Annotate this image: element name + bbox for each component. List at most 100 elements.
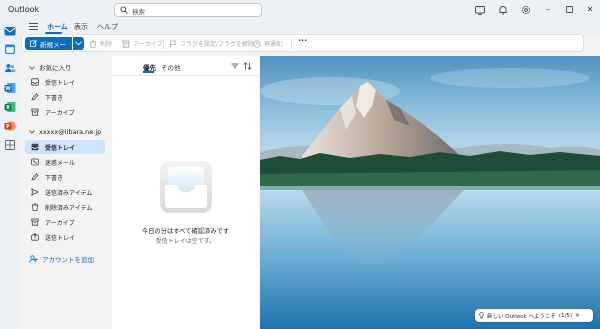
close-icon[interactable]: ✕ <box>575 313 580 319</box>
folder-archive[interactable]: アーカイブ <box>25 215 105 229</box>
clock-icon <box>253 39 261 48</box>
hamburger-menu-icon[interactable] <box>29 23 38 30</box>
folder-label: 受信トレイ <box>45 80 76 87</box>
draft-icon <box>31 173 39 181</box>
lightbulb-icon <box>479 312 484 319</box>
welcome-notification[interactable]: 新しい Outlook へようこそ (1/5) ✕ <box>475 309 593 322</box>
toolbar-divider <box>163 39 164 49</box>
inbox-icon <box>31 143 39 151</box>
favorite-drafts[interactable]: 下書き <box>25 90 105 104</box>
welcome-pager: (1/5) <box>558 312 573 319</box>
meet-now-icon[interactable] <box>474 4 486 16</box>
new-mail-dropdown-button[interactable] <box>73 37 84 50</box>
new-mail-button[interactable]: 新規メール <box>25 37 72 59</box>
more-options-button[interactable]: ··· <box>298 36 307 45</box>
reading-pane: 新しい Outlook へようこそ (1/5) ✕ <box>260 56 600 329</box>
trash-icon <box>31 203 39 211</box>
folder-inbox[interactable]: 受信トレイ <box>25 140 105 154</box>
search-icon <box>120 6 128 14</box>
folder-label: 削除済みアイテム <box>45 205 93 212</box>
folder-label: 迷惑メール <box>45 160 76 167</box>
people-app-icon[interactable] <box>4 62 16 74</box>
tab-other[interactable]: その他 <box>161 62 181 72</box>
folder-deleted[interactable]: 削除済みアイテム <box>25 200 105 214</box>
search-input[interactable]: 検索 <box>132 6 145 16</box>
archive-icon <box>122 40 130 48</box>
favorites-header-label: お気に入り <box>39 64 72 72</box>
account-header[interactable]: xxxxx@libara.ne.jp <box>29 128 101 136</box>
compose-icon <box>30 40 37 47</box>
folder-sent[interactable]: 送信済みアイテム <box>25 185 105 199</box>
folder-label: 送信トレイ <box>45 235 76 242</box>
app-title: Outlook <box>8 5 40 14</box>
ribbon-toolbar: 新規メール 削除 アーカイブ フラグを設定/フラグを解除 再通知 ··· <box>21 34 584 59</box>
focused-tab-indicator <box>143 71 154 73</box>
svg-text:X: X <box>6 105 10 111</box>
empty-inbox-illustration <box>160 161 212 213</box>
favorites-header[interactable]: お気に入り <box>29 62 72 72</box>
flag-label: フラグを設定/フラグを解除 <box>180 41 255 48</box>
folder-label: アーカイブ <box>45 110 75 117</box>
folder-label: アーカイブ <box>45 220 75 227</box>
folder-label: 受信トレイ <box>45 145 76 152</box>
welcome-text: 新しい Outlook へようこそ <box>487 313 556 320</box>
add-account-link[interactable]: アカウントを追加 <box>29 254 94 264</box>
maximize-button[interactable] <box>563 3 575 15</box>
outbox-icon <box>31 233 39 241</box>
search-box[interactable]: 検索 <box>114 3 262 17</box>
mail-app-icon[interactable] <box>4 25 16 37</box>
delete-label: 削除 <box>100 41 113 48</box>
sent-icon <box>31 188 39 196</box>
app-rail: W X P <box>0 20 21 329</box>
chevron-down-icon <box>29 66 35 70</box>
snooze-label: 再通知 <box>264 41 283 48</box>
word-app-icon[interactable]: W <box>4 82 16 94</box>
message-list: 優先 その他 今日の分はすべて確認済みです 受信トレイは空です。 <box>112 56 259 329</box>
snooze-button[interactable]: 再通知 <box>253 39 282 48</box>
tab-help[interactable]: ヘルプ <box>97 22 118 32</box>
folder-outbox[interactable]: 送信トレイ <box>25 230 105 244</box>
favorite-archive[interactable]: アーカイブ <box>25 105 105 119</box>
trash-icon <box>89 39 97 48</box>
delete-button[interactable]: 削除 <box>89 39 112 48</box>
filter-icon[interactable] <box>231 62 239 70</box>
calendar-app-icon[interactable] <box>4 43 16 55</box>
favorite-inbox[interactable]: 受信トレイ <box>25 75 105 89</box>
close-button[interactable]: ✕ <box>584 3 596 15</box>
folder-drafts[interactable]: 下書き <box>25 170 105 184</box>
chevron-down-icon <box>75 41 82 46</box>
archive-icon <box>31 108 39 116</box>
message-list-divider <box>112 75 259 76</box>
folder-label: 下書き <box>45 95 64 102</box>
title-bar: Outlook 検索 – ✕ <box>0 0 600 20</box>
account-email: xxxxx@libara.ne.jp <box>39 128 102 136</box>
powerpoint-app-icon[interactable]: P <box>4 120 16 132</box>
junk-icon <box>31 158 39 166</box>
folder-label: 下書き <box>45 175 64 182</box>
apps-grid-icon[interactable] <box>4 139 16 151</box>
sort-icon[interactable] <box>243 62 252 70</box>
ribbon-tabs: ホーム 表示 ヘルプ <box>21 20 600 34</box>
gear-icon[interactable] <box>520 4 532 16</box>
add-account-label: アカウントを追加 <box>42 256 94 264</box>
bell-icon[interactable] <box>497 4 509 16</box>
folder-pane: お気に入り 受信トレイ 下書き アーカイブ xxxxx@libara.ne.jp… <box>21 56 111 329</box>
tab-view[interactable]: 表示 <box>74 22 88 32</box>
empty-state-title: 今日の分はすべて確認済みです <box>141 228 230 235</box>
toolbar-divider <box>291 39 292 49</box>
folder-junk[interactable]: 迷惑メール <box>25 155 105 169</box>
svg-text:P: P <box>6 124 10 130</box>
archive-icon <box>31 218 39 226</box>
minimize-button[interactable]: – <box>542 3 554 15</box>
tab-home[interactable]: ホーム <box>47 22 68 32</box>
draft-icon <box>31 93 39 101</box>
chevron-down-icon <box>29 130 35 134</box>
flag-icon <box>170 40 177 47</box>
svg-text:W: W <box>5 86 11 92</box>
folder-label: 送信済みアイテム <box>45 190 93 197</box>
archive-button[interactable]: アーカイブ <box>122 39 163 48</box>
flag-button[interactable]: フラグを設定/フラグを解除 <box>169 39 254 48</box>
excel-app-icon[interactable]: X <box>4 101 16 113</box>
inbox-icon <box>31 78 39 86</box>
archive-label: アーカイブ <box>133 41 163 48</box>
